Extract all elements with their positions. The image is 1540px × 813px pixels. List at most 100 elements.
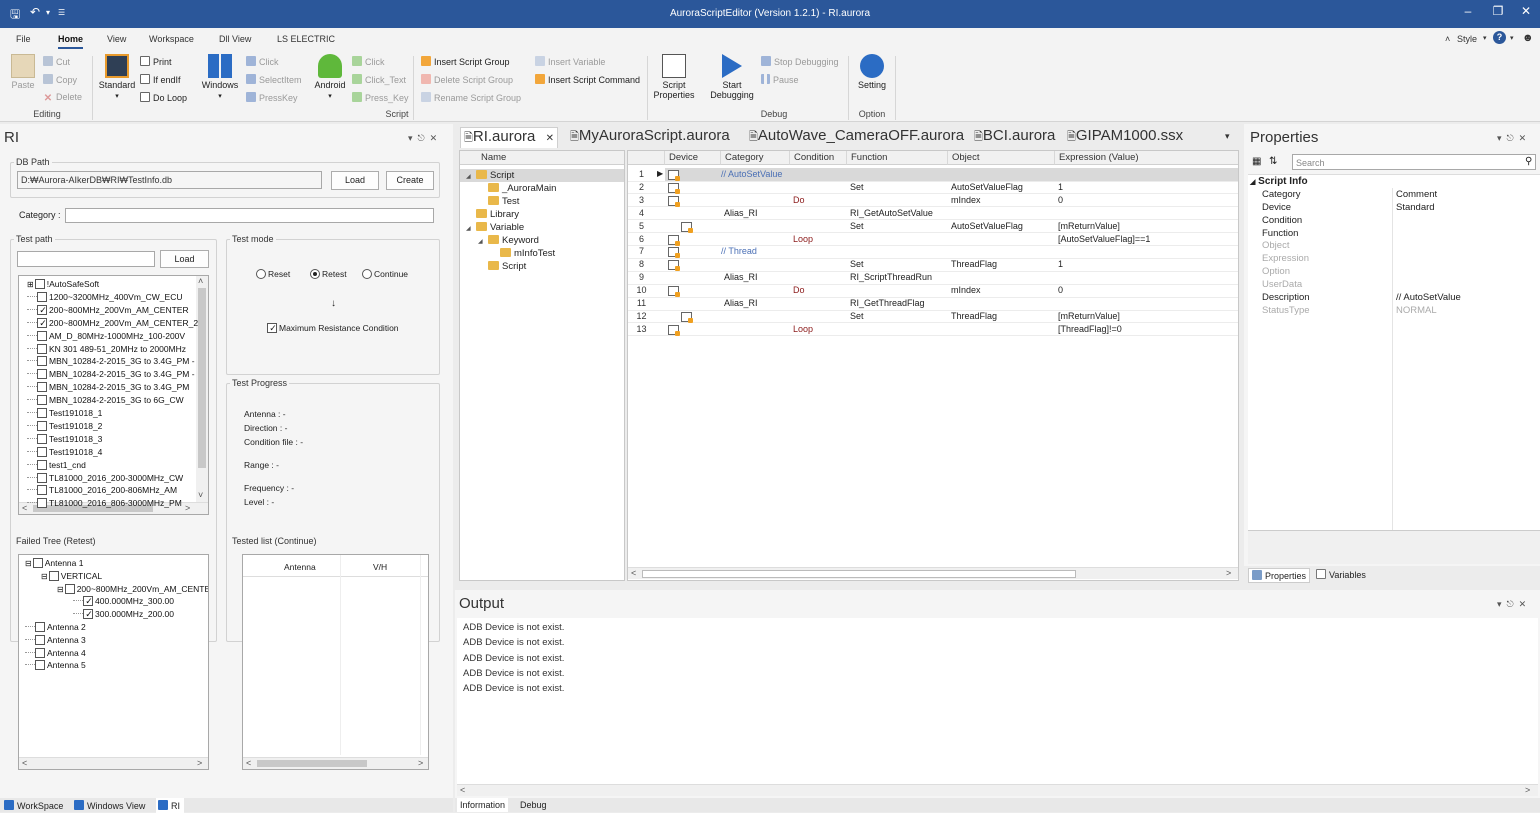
checkbox-icon[interactable] xyxy=(64,583,75,594)
tab-ri[interactable]: RI xyxy=(156,798,184,813)
cell-condition[interactable] xyxy=(790,207,793,220)
cell-object[interactable]: mIndex xyxy=(948,194,981,207)
command-icon[interactable] xyxy=(668,247,680,259)
restore-icon[interactable]: ❐ xyxy=(1483,4,1513,18)
cell-object[interactable] xyxy=(948,271,951,284)
insert-script-command-button[interactable]: Insert Script Command xyxy=(535,74,640,85)
cell-device[interactable]: Alias_RI xyxy=(721,207,758,220)
cell-condition[interactable]: Loop xyxy=(790,233,813,246)
testpath-item[interactable]: test1_cnd xyxy=(27,459,86,472)
testpath-load-button[interactable]: Load xyxy=(160,250,209,268)
cell-expression[interactable]: 1 xyxy=(1055,181,1063,194)
checkbox-icon[interactable] xyxy=(48,570,59,581)
property-row[interactable]: Condition xyxy=(1250,214,1536,227)
delete-script-group-button[interactable]: Delete Script Group xyxy=(421,74,513,85)
cell-category[interactable] xyxy=(721,233,724,246)
cell-object[interactable]: ThreadFlag xyxy=(948,310,997,323)
failed-tree-item[interactable]: Antenna 5 xyxy=(25,659,86,672)
android-button[interactable]: Android ▾ xyxy=(310,54,350,102)
cell-expression[interactable]: 0 xyxy=(1055,284,1063,297)
property-row[interactable]: Device Standard xyxy=(1250,201,1536,214)
insert-variable-button[interactable]: Insert Variable xyxy=(535,56,605,67)
checkbox-icon[interactable] xyxy=(37,356,47,367)
paste-button[interactable]: Paste xyxy=(6,54,40,90)
cell-function[interactable]: RI_GetAutoSetValue xyxy=(847,207,933,220)
cell-expression[interactable]: 1 xyxy=(1055,258,1063,271)
tab-view[interactable]: View xyxy=(107,34,126,44)
doctab-myaurora[interactable]: 🗎MyAuroraScript.aurora xyxy=(570,127,730,147)
cell-condition[interactable] xyxy=(790,297,793,310)
expander-icon[interactable]: ◢ xyxy=(466,171,476,184)
style-dropdown-icon[interactable]: ▾ xyxy=(1483,34,1487,42)
scroll-right-icon[interactable]: ˃ xyxy=(197,758,202,768)
checkbox-icon[interactable] xyxy=(37,369,47,380)
scroll-right-icon[interactable]: ˃ xyxy=(185,503,190,513)
cell-expression[interactable]: [AutoSetValueFlag]==1 xyxy=(1055,233,1150,246)
help-icon[interactable]: ? xyxy=(1493,31,1506,44)
col-category[interactable]: Category xyxy=(721,151,790,165)
cell-object[interactable] xyxy=(948,245,951,258)
checkbox-icon[interactable] xyxy=(34,279,45,289)
minimize-icon[interactable]: – xyxy=(1453,4,1483,18)
cell-expression[interactable]: 0 xyxy=(1055,194,1063,207)
col-function[interactable]: Function xyxy=(847,151,948,165)
tab-information[interactable]: Information xyxy=(457,798,509,812)
property-row[interactable]: UserData xyxy=(1250,278,1536,291)
cell-function[interactable]: Set xyxy=(847,258,864,271)
cell-function[interactable] xyxy=(847,284,850,297)
cell-function[interactable]: Set xyxy=(847,220,864,233)
cell-condition[interactable] xyxy=(790,168,793,181)
scroll-left-icon[interactable]: ˂ xyxy=(460,785,465,795)
scroll-left-icon[interactable]: ˂ xyxy=(22,758,27,768)
collapse-icon[interactable]: ⊟ xyxy=(41,572,48,581)
testpath-item[interactable]: MBN_10284-2-2015_3G to 3.4G_PM xyxy=(27,381,189,394)
cell-expression[interactable] xyxy=(1055,245,1058,258)
expand-icon[interactable]: ⊞ xyxy=(27,280,34,289)
cell-object[interactable]: ThreadFlag xyxy=(948,258,997,271)
tab-home[interactable]: Home xyxy=(58,34,84,49)
command-icon[interactable] xyxy=(668,286,680,298)
output-text[interactable] xyxy=(457,618,1538,784)
tree-item[interactable]: ◢ Script xyxy=(466,169,514,182)
cell-expression[interactable]: [mReturnValue] xyxy=(1055,310,1120,323)
checkbox-icon[interactable] xyxy=(83,596,94,607)
checkbox-icon[interactable] xyxy=(37,317,48,328)
property-value[interactable]: // AutoSetValue xyxy=(1396,291,1461,304)
checkbox-icon[interactable] xyxy=(35,622,45,632)
close-tab-icon[interactable]: ✕ xyxy=(546,133,554,144)
failed-tree-hscroll[interactable]: ˂ ˃ xyxy=(19,757,208,769)
cell-function[interactable] xyxy=(847,245,850,258)
testpath-item[interactable]: Test191018_4 xyxy=(27,446,102,459)
doctab-gipam[interactable]: 🗎GIPAM1000.ssx xyxy=(1067,127,1183,147)
cell-category[interactable] xyxy=(721,220,724,233)
command-icon[interactable] xyxy=(668,234,680,246)
cell-category[interactable]: // AutoSetValue xyxy=(718,168,782,181)
cell-object[interactable]: mIndex xyxy=(948,284,981,297)
tab-workspace[interactable]: Workspace xyxy=(149,34,194,44)
android-click-button[interactable]: Click xyxy=(352,56,385,67)
sort-alpha-icon[interactable]: ⇅ xyxy=(1269,156,1277,167)
mode-reset-radio[interactable]: Reset xyxy=(256,269,290,279)
property-row[interactable]: Category Comment xyxy=(1250,188,1536,201)
cell-object[interactable]: AutoSetValueFlag xyxy=(948,181,1023,194)
mode-continue-radio[interactable]: Continue xyxy=(362,269,408,279)
testpath-item[interactable]: TL81000_2016_200-3000MHz_CW xyxy=(27,472,183,485)
scroll-left-icon[interactable]: ˂ xyxy=(246,758,251,768)
cell-category[interactable] xyxy=(721,181,724,194)
checkbox-icon[interactable] xyxy=(35,660,45,671)
cell-function[interactable] xyxy=(847,233,850,246)
tree-item[interactable]: Script xyxy=(478,260,526,273)
property-value[interactable]: Comment xyxy=(1396,188,1437,201)
max-resistance-checkbox[interactable]: Maximum Resistance Condition xyxy=(267,323,399,333)
checkbox-icon[interactable] xyxy=(37,395,47,406)
doctab-ri[interactable]: 🗎RI.aurora ✕ xyxy=(460,127,558,148)
scroll-right-icon[interactable]: ˃ xyxy=(1226,568,1231,578)
cell-category[interactable] xyxy=(721,194,724,207)
row-number[interactable]: 3 xyxy=(628,194,655,207)
testpath-item[interactable]: TL81000_2016_200-806MHz_AM xyxy=(27,484,177,497)
command-icon[interactable] xyxy=(681,311,693,323)
row-number[interactable]: 13 xyxy=(628,323,655,336)
testpath-item[interactable]: 1200~3200MHz_400Vm_CW_ECU xyxy=(27,291,182,304)
cell-expression[interactable] xyxy=(1055,297,1058,310)
cell-category[interactable]: // Thread xyxy=(718,245,757,258)
